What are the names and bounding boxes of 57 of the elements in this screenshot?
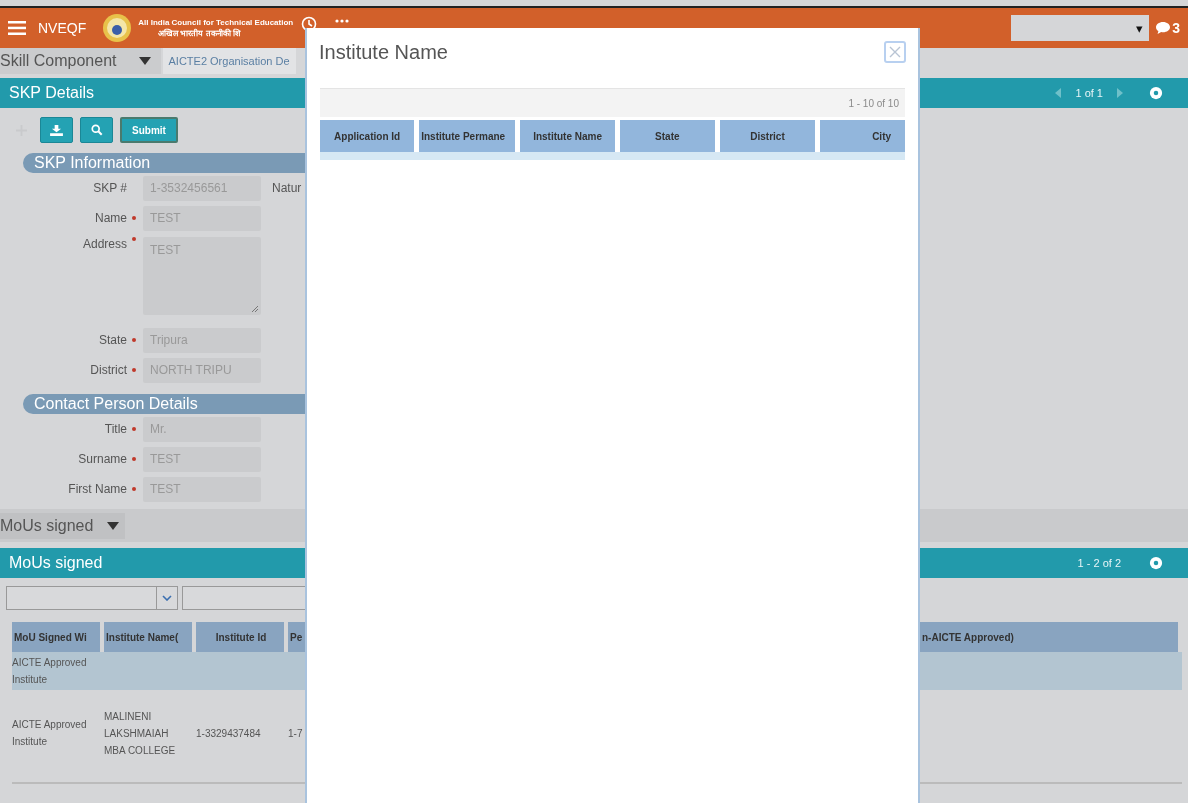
field-label: State (97, 333, 127, 347)
pager-text: 1 - 10 of 10 (848, 97, 899, 109)
settings-icon[interactable] (1149, 86, 1163, 100)
field-label: First Name (67, 482, 127, 496)
panel-title: SKP Details (9, 84, 95, 102)
table-cell: MALINENI LAKSHMAIAH MBA COLLEGE (104, 710, 176, 756)
field-label: Natur (272, 181, 302, 195)
skill-component-dropdown[interactable]: Skill Component (0, 48, 161, 74)
column-header[interactable]: Institute Name (520, 120, 615, 152)
table-cell: AICTE Approved Institute (12, 657, 87, 685)
app-name[interactable]: NVEQF (38, 20, 87, 36)
chevron-icon (162, 595, 172, 601)
apps-icon[interactable] (335, 19, 350, 25)
column-header[interactable]: City (820, 120, 906, 152)
org-name-hindi: अखिल भारतीय तकनीकी शि (157, 28, 240, 39)
organisation-tab[interactable]: AICTE2 Organisation De (162, 48, 296, 74)
field-label: Surname (77, 452, 127, 466)
column-header[interactable]: Application Id (320, 120, 415, 152)
field-label: Title (103, 422, 127, 436)
caret-icon (107, 521, 120, 530)
submit-button[interactable]: Submit (120, 117, 178, 143)
download-button[interactable] (40, 117, 73, 143)
table-cell: 1-3329437484 (196, 727, 261, 739)
field-label: District (89, 363, 127, 377)
field-label: SKP # (92, 181, 127, 195)
close-button[interactable] (884, 41, 906, 63)
clock-icon[interactable] (301, 16, 318, 32)
table-cell: AICTE Approved Institute (12, 719, 87, 747)
caret-icon (138, 57, 151, 65)
field-label: Address (81, 237, 127, 251)
field-label: Name (94, 211, 127, 225)
pager-text: 1 - 2 of 2 (1077, 557, 1121, 569)
settings-icon[interactable] (1149, 556, 1163, 570)
emblem-icon (102, 13, 133, 43)
resize-grip-icon[interactable] (251, 305, 259, 313)
close-icon (889, 46, 901, 58)
search-button[interactable] (80, 117, 113, 143)
mous-dropdown[interactable]: MoUs signed (0, 512, 126, 539)
panel-title: MoUs signed (9, 554, 103, 572)
column-header[interactable]: Institute Id (196, 622, 284, 652)
header-dropdown[interactable]: ▾ (1011, 15, 1150, 41)
column-header[interactable]: State (619, 120, 715, 152)
column-header[interactable]: Institute Name( (104, 622, 192, 652)
menu-icon[interactable] (8, 21, 26, 35)
chat-icon[interactable] (1155, 21, 1172, 35)
pager-text: 1 of 1 (1075, 87, 1103, 99)
dialog-title: Institute Name (319, 40, 448, 64)
notification-count: 3 (1172, 20, 1180, 36)
column-header[interactable]: n-AICTE Approved) (920, 622, 1178, 652)
column-header[interactable]: Institute Permane (419, 120, 516, 152)
filter-dropdown[interactable] (6, 586, 178, 610)
search-icon (90, 124, 103, 136)
org-name: All India Council for Technical Education (138, 17, 294, 28)
download-icon (50, 124, 63, 136)
table-cell: 1-7 (288, 727, 303, 739)
column-header[interactable]: District (719, 120, 816, 152)
column-header[interactable]: MoU Signed Wi (12, 622, 100, 652)
